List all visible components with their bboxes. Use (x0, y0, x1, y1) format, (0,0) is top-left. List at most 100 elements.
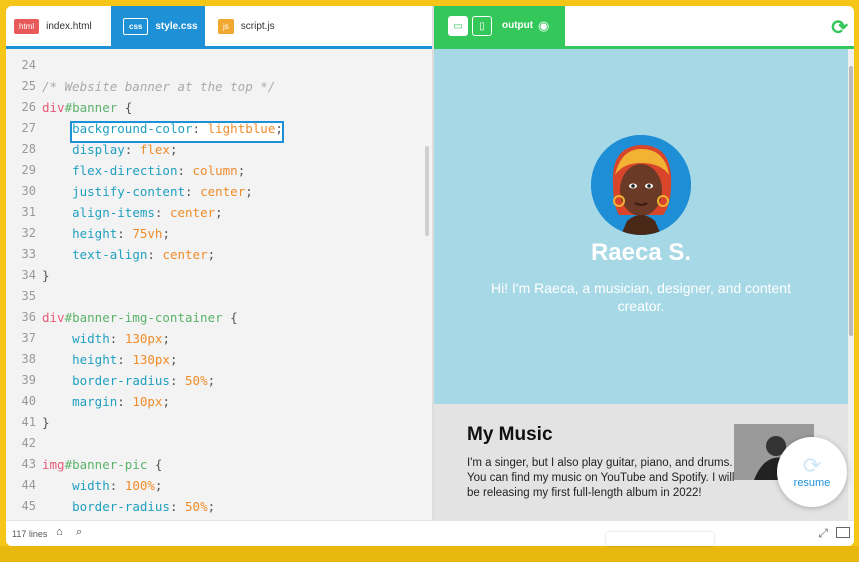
code-line[interactable]: 44 width: 100%; (6, 475, 426, 496)
line-number: 27 (21, 121, 36, 135)
line-number: 36 (21, 310, 36, 324)
music-title: My Music (467, 424, 553, 445)
layout-icon[interactable] (836, 527, 850, 538)
resume-button[interactable]: ⟳ resume (777, 437, 847, 507)
banner: Raeca S. Hi! I'm Raeca, a musician, desi… (434, 49, 848, 404)
code-line[interactable]: 30 justify-content: center; (6, 181, 426, 202)
code-line[interactable]: 32 height: 75vh; (6, 223, 426, 244)
code-line[interactable]: 39 border-radius: 50%; (6, 370, 426, 391)
line-number: 34 (21, 268, 36, 282)
line-number: 25 (21, 79, 36, 93)
tab-html[interactable]: html index.html (14, 6, 92, 46)
css-badge: css (123, 17, 149, 35)
line-text: } (42, 268, 50, 283)
status-bar: 117 lines ⌂ ⌕ ⤢ (6, 520, 854, 546)
line-number: 43 (21, 457, 36, 471)
line-number: 31 (21, 205, 36, 219)
app-frame: html index.html css style.css js script.… (6, 6, 854, 546)
output-tab[interactable]: ▭ ▯ output ◉ (434, 6, 565, 49)
code-line[interactable]: 38 height: 130px; (6, 349, 426, 370)
eye-icon[interactable]: ◉ (538, 18, 549, 34)
code-editor[interactable]: html index.html css style.css js script.… (6, 6, 432, 520)
code-line[interactable]: 42 (6, 433, 426, 454)
code-line[interactable]: 28 display: flex; (6, 139, 426, 160)
tab-css[interactable]: css style.css (111, 6, 205, 46)
line-text: div#banner-img-container { (42, 310, 238, 325)
line-number: 44 (21, 478, 36, 492)
desktop-icon[interactable]: ▭ (448, 16, 468, 36)
music-text: I'm a singer, but I also play guitar, pi… (467, 457, 735, 499)
code-area[interactable]: 24 25 /* Website banner at the top */ 26 div… (6, 49, 426, 520)
code-line[interactable]: 26 div#banner { (6, 97, 426, 118)
line-number: 38 (21, 352, 36, 366)
line-number: 30 (21, 184, 36, 198)
tab-label: style.css (155, 20, 198, 32)
html-badge: html (14, 18, 40, 34)
line-text: /* Website banner at the top */ (42, 79, 276, 94)
file-tabs: html index.html css style.css js script.… (6, 6, 432, 49)
line-text: } (42, 415, 50, 430)
line-number: 33 (21, 247, 36, 261)
code-line[interactable]: 33 text-align: center; (6, 244, 426, 265)
avatar-illustration (591, 135, 691, 235)
line-number: 29 (21, 163, 36, 177)
mobile-icon[interactable]: ▯ (472, 16, 492, 36)
line-number: 26 (21, 100, 36, 114)
line-text: background-color: lightblue; (72, 121, 283, 136)
code-line[interactable]: 35 (6, 286, 426, 307)
line-text: align-items: center; (72, 205, 223, 220)
line-number: 41 (21, 415, 36, 429)
tab-label: script.js (240, 20, 275, 32)
line-text: height: 75vh; (72, 226, 170, 241)
line-text: width: 130px; (72, 331, 170, 346)
line-text: text-align: center; (72, 247, 216, 262)
avatar (591, 135, 691, 235)
resume-label: resume (793, 477, 831, 489)
line-text: width: 100%; (72, 478, 163, 493)
line-number: 35 (21, 289, 36, 303)
output-scrollbar[interactable] (849, 66, 853, 336)
line-text: flex-direction: column; (72, 163, 246, 178)
tab-label: index.html (46, 20, 92, 32)
line-number: 24 (21, 58, 36, 72)
line-text: div#banner { (42, 100, 133, 115)
line-number: 39 (21, 373, 36, 387)
replay-icon: ⟳ (802, 453, 822, 478)
profile-name: Raeca S. (590, 239, 692, 266)
floating-panel (606, 532, 714, 546)
line-text: margin: 10px; (72, 394, 170, 409)
line-text: border-radius: 50%; (72, 499, 216, 514)
code-line[interactable]: 27 background-color: lightblue; (6, 118, 426, 139)
code-line[interactable]: 41} (6, 412, 426, 433)
output-bar: ▭ ▯ output ◉ ⟳ (434, 6, 854, 49)
code-line[interactable]: 25 /* Website banner at the top */ (6, 76, 426, 97)
line-text: justify-content: center; (72, 184, 253, 199)
code-line[interactable]: 34} (6, 265, 426, 286)
code-line[interactable]: 43 img#banner-pic { (6, 454, 426, 475)
code-line[interactable]: 29 flex-direction: column; (6, 160, 426, 181)
refresh-icon[interactable]: ⟳ (831, 15, 848, 40)
code-line[interactable]: 37 width: 130px; (6, 328, 426, 349)
js-badge: js (218, 18, 234, 34)
line-count: 117 lines (12, 529, 48, 539)
editor-scrollbar[interactable] (425, 146, 429, 236)
code-line[interactable]: 45 border-radius: 50%; (6, 496, 426, 517)
line-number: 40 (21, 394, 36, 408)
tab-js[interactable]: js script.js (218, 6, 275, 46)
frame-bottom (0, 546, 859, 562)
line-text: height: 130px; (72, 352, 178, 367)
search-icon[interactable]: ⌕ (76, 526, 82, 539)
line-number: 28 (21, 142, 36, 156)
line-number: 42 (21, 436, 36, 450)
code-line[interactable]: 24 (6, 55, 426, 76)
line-number: 45 (21, 499, 36, 513)
code-line[interactable]: 31 align-items: center; (6, 202, 426, 223)
line-number: 32 (21, 226, 36, 240)
home-icon[interactable]: ⌂ (56, 526, 63, 538)
line-text: img#banner-pic { (42, 457, 163, 472)
line-text: border-radius: 50%; (72, 373, 216, 388)
fullscreen-icon[interactable]: ⤢ (818, 526, 828, 541)
line-number: 37 (21, 331, 36, 345)
code-line[interactable]: 40 margin: 10px; (6, 391, 426, 412)
code-line[interactable]: 36 div#banner-img-container { (6, 307, 426, 328)
